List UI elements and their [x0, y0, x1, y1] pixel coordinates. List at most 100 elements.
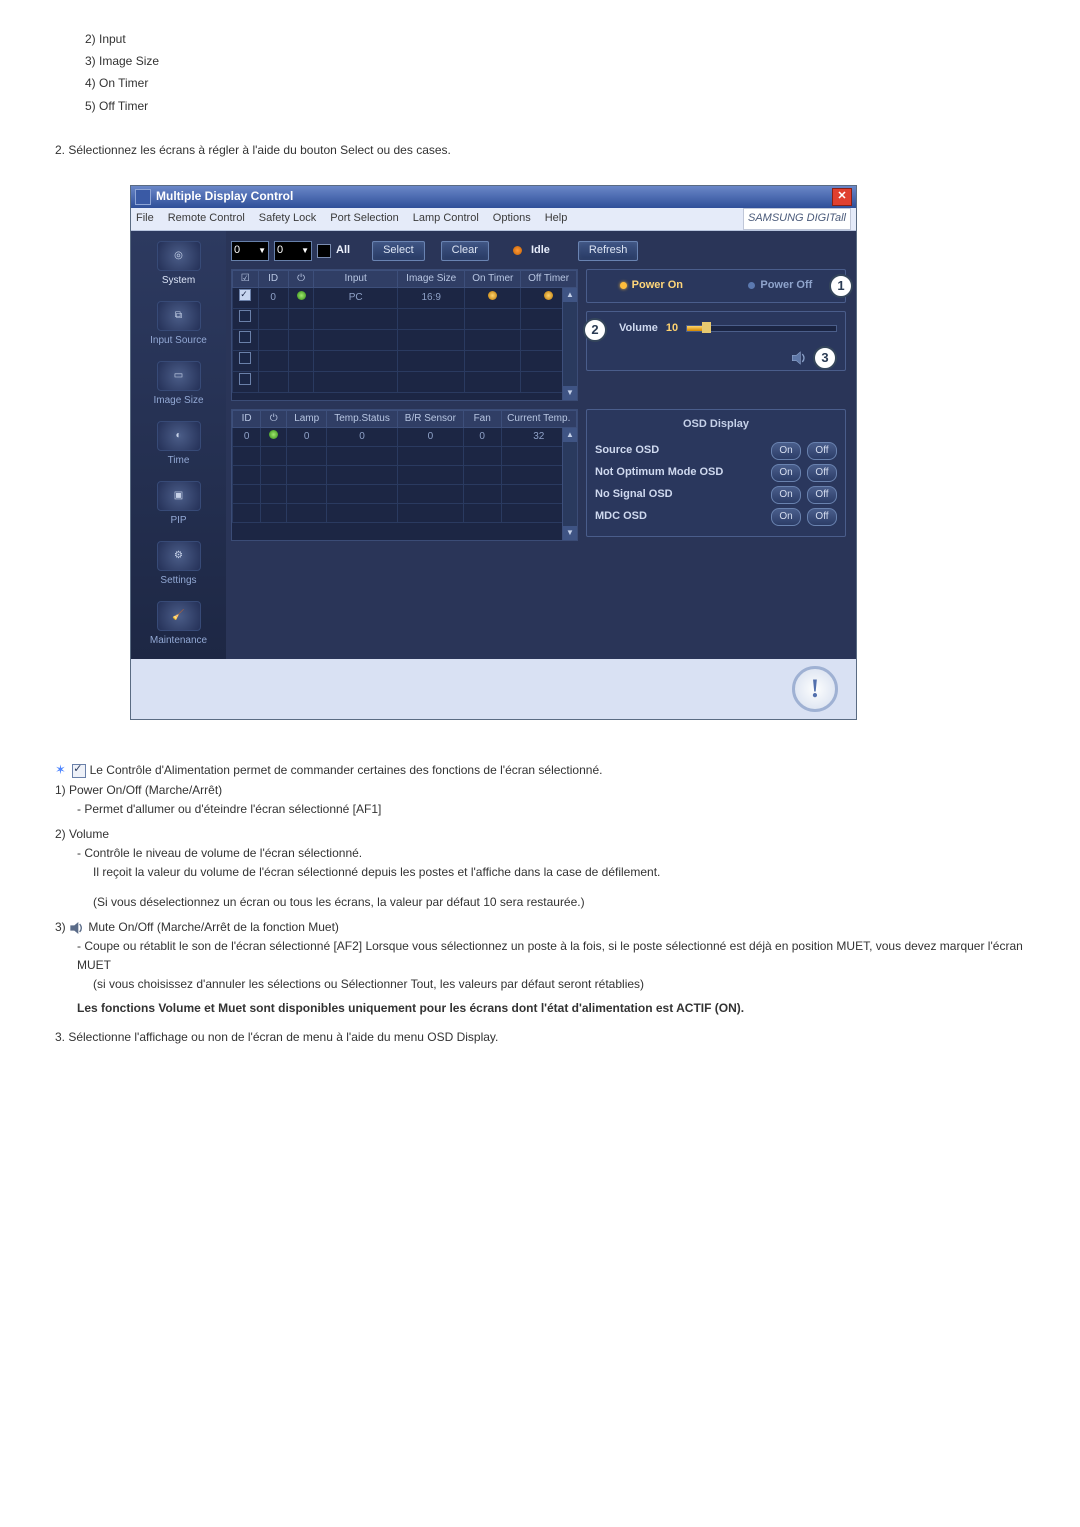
- menu-safety-lock[interactable]: Safety Lock: [259, 210, 316, 228]
- table-row[interactable]: [233, 465, 577, 484]
- menu-lamp-control[interactable]: Lamp Control: [413, 210, 479, 228]
- scroll-down-icon[interactable]: ▼: [563, 386, 577, 400]
- col-temp-status[interactable]: Temp.Status: [327, 410, 398, 427]
- row-checkbox[interactable]: [239, 373, 251, 385]
- intro-item: 3) Image Size: [85, 52, 1025, 71]
- table-row[interactable]: [233, 371, 577, 392]
- osd-off-button[interactable]: Off: [807, 442, 837, 460]
- select-button[interactable]: Select: [372, 241, 425, 261]
- col-off-timer[interactable]: Off Timer: [521, 270, 577, 287]
- scrollbar[interactable]: ▲ ▼: [562, 428, 577, 540]
- menu-file[interactable]: File: [136, 210, 154, 228]
- close-button[interactable]: ✕: [832, 188, 852, 206]
- osd-off-button[interactable]: Off: [807, 508, 837, 526]
- osd-off-button[interactable]: Off: [807, 464, 837, 482]
- col-power[interactable]: ⏻: [261, 410, 287, 427]
- status-table: ID ⏻ Lamp Temp.Status B/R Sensor Fan Cur…: [232, 410, 577, 523]
- all-label: All: [336, 242, 350, 260]
- col-lamp[interactable]: Lamp: [287, 410, 327, 427]
- sidebar-item-input-source[interactable]: ⧉ Input Source: [144, 301, 214, 349]
- table-row[interactable]: [233, 350, 577, 371]
- display-grid: ☑ ID ⏻ Input Image Size On Timer Off Tim…: [231, 269, 578, 401]
- col-input[interactable]: Input: [314, 270, 398, 287]
- sidebar-item-time[interactable]: ◐ Time: [144, 421, 214, 469]
- table-row[interactable]: [233, 329, 577, 350]
- menu-options[interactable]: Options: [493, 210, 531, 228]
- col-image-size[interactable]: Image Size: [398, 270, 465, 287]
- clear-button[interactable]: Clear: [441, 241, 489, 261]
- sidebar-item-settings[interactable]: ⚙ Settings: [144, 541, 214, 589]
- volume-thumb[interactable]: [702, 322, 711, 333]
- sidebar-label: Time: [168, 453, 190, 469]
- system-icon: ◎: [157, 241, 201, 271]
- id-select-2[interactable]: 0▼: [274, 241, 312, 261]
- app-icon: [135, 189, 151, 205]
- sidebar-item-image-size[interactable]: ▭ Image Size: [144, 361, 214, 409]
- col-id[interactable]: ID: [233, 410, 261, 427]
- scroll-up-icon[interactable]: ▲: [563, 428, 577, 442]
- table-row[interactable]: 0 0 0 0 0 32: [233, 427, 577, 446]
- volume-slider[interactable]: [686, 325, 837, 332]
- table-row[interactable]: [233, 308, 577, 329]
- item-2-detail-3: (Si vous déselectionnez un écran ou tous…: [93, 893, 1025, 912]
- menu-remote-control[interactable]: Remote Control: [168, 210, 245, 228]
- col-current-temp[interactable]: Current Temp.: [501, 410, 576, 427]
- osd-row-mdc: MDC OSD On Off: [595, 506, 837, 528]
- table-row[interactable]: [233, 446, 577, 465]
- scroll-down-icon[interactable]: ▼: [563, 526, 577, 540]
- sidebar-label: System: [162, 273, 195, 289]
- scrollbar[interactable]: ▲ ▼: [562, 288, 577, 400]
- col-fan[interactable]: Fan: [463, 410, 501, 427]
- osd-on-button[interactable]: On: [771, 508, 801, 526]
- lower-row: ID ⏻ Lamp Temp.Status B/R Sensor Fan Cur…: [231, 409, 846, 541]
- table-row[interactable]: 0 PC 16:9: [233, 287, 577, 308]
- row-checkbox[interactable]: [239, 289, 251, 301]
- sidebar-item-system[interactable]: ◎ System: [144, 241, 214, 289]
- time-icon: ◐: [157, 421, 201, 451]
- intro-item: 5) Off Timer: [85, 97, 1025, 116]
- osd-on-button[interactable]: On: [771, 464, 801, 482]
- osd-row-nosignal: No Signal OSD On Off: [595, 484, 837, 506]
- osd-on-button[interactable]: On: [771, 442, 801, 460]
- info-icon[interactable]: !: [792, 666, 838, 712]
- scroll-up-icon[interactable]: ▲: [563, 288, 577, 302]
- speaker-icon[interactable]: [791, 351, 807, 365]
- item-2-detail-2: Il reçoit la valeur du volume de l'écran…: [93, 863, 1025, 882]
- intro-item: 4) On Timer: [85, 74, 1025, 93]
- osd-row-source: Source OSD On Off: [595, 440, 837, 462]
- item-3-detail-1: - Coupe ou rétablit le son de l'écran sé…: [77, 937, 1025, 975]
- power-on-button[interactable]: Power On: [620, 277, 683, 295]
- col-power[interactable]: ⏻: [288, 270, 314, 287]
- col-id[interactable]: ID: [258, 270, 288, 287]
- speaker-icon: [69, 920, 88, 934]
- all-checkbox[interactable]: [317, 244, 331, 258]
- osd-off-button[interactable]: Off: [807, 486, 837, 504]
- table-row[interactable]: [233, 503, 577, 522]
- col-check[interactable]: ☑: [233, 270, 259, 287]
- app-window: Multiple Display Control ✕ File Remote C…: [130, 185, 857, 720]
- step-3-text: 3. Sélectionne l'affichage ou non de l'é…: [55, 1028, 1025, 1047]
- col-br-sensor[interactable]: B/R Sensor: [397, 410, 463, 427]
- cell-fan: 0: [463, 427, 501, 446]
- osd-label: MDC OSD: [595, 508, 765, 526]
- menu-help[interactable]: Help: [545, 210, 568, 228]
- row-checkbox[interactable]: [239, 310, 251, 322]
- right-panel-lower: OSD Display Source OSD On Off Not Optimu…: [586, 409, 846, 541]
- id-select-1[interactable]: 0▼: [231, 241, 269, 261]
- sidebar-item-maintenance[interactable]: 🧹 Maintenance: [144, 601, 214, 649]
- cell-input: PC: [314, 287, 398, 308]
- table-row[interactable]: [233, 484, 577, 503]
- volume-label: Volume: [619, 320, 658, 338]
- sidebar-item-pip[interactable]: ▣ PIP: [144, 481, 214, 529]
- refresh-button[interactable]: Refresh: [578, 241, 639, 261]
- window-title: Multiple Display Control: [156, 187, 832, 206]
- osd-on-button[interactable]: On: [771, 486, 801, 504]
- row-checkbox[interactable]: [239, 331, 251, 343]
- osd-label: Not Optimum Mode OSD: [595, 464, 765, 482]
- item-3-title: Mute On/Off (Marche/Arrêt de la fonction…: [88, 920, 339, 934]
- col-on-timer[interactable]: On Timer: [465, 270, 521, 287]
- power-off-button[interactable]: Power Off: [748, 277, 812, 295]
- row-checkbox[interactable]: [239, 352, 251, 364]
- menu-port-selection[interactable]: Port Selection: [330, 210, 398, 228]
- step-2-text: 2. Sélectionnez les écrans à régler à l'…: [55, 141, 1025, 160]
